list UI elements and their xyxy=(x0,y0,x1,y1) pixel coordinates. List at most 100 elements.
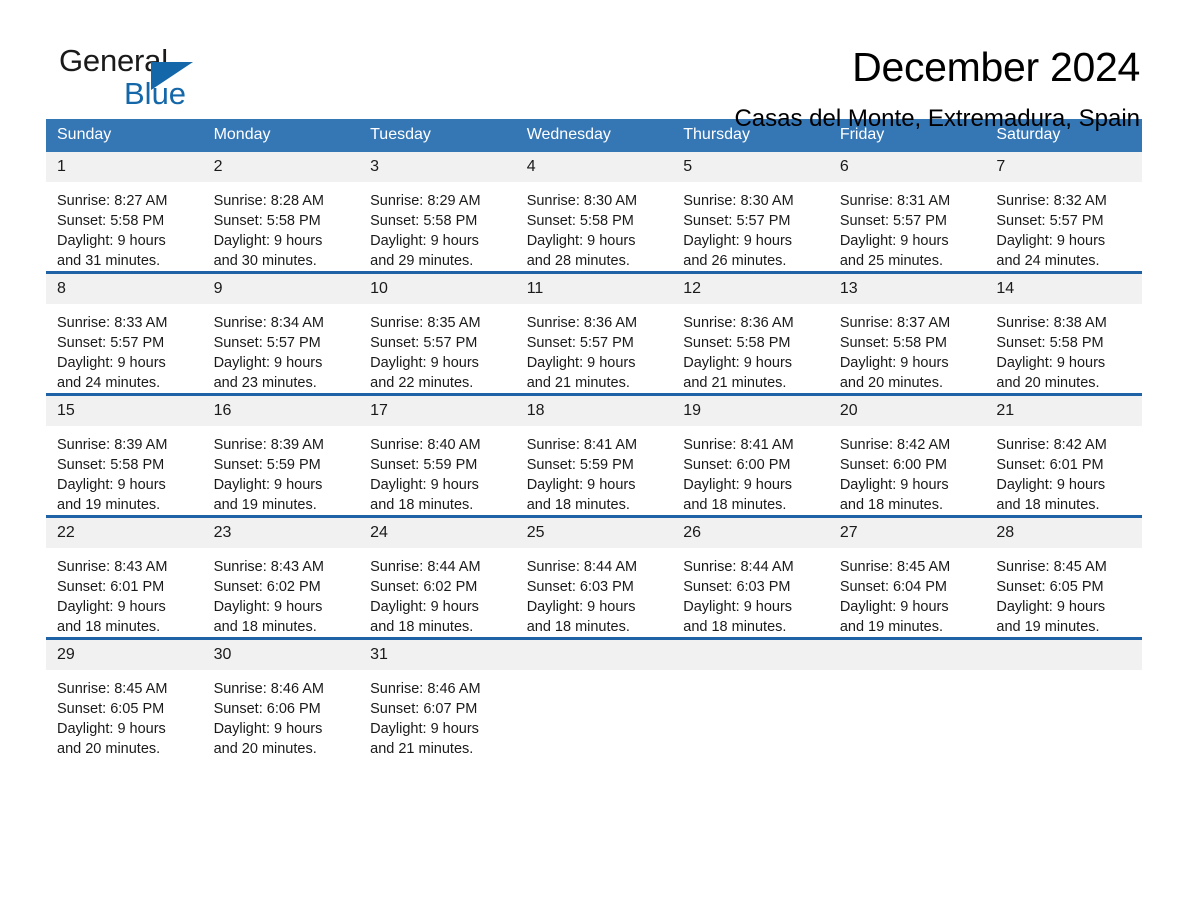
sunrise-text: Sunrise: 8:30 AM xyxy=(526,193,638,209)
day-details: Sunrise: 8:44 AM Sunset: 6:03 PM Daylight:… xyxy=(672,548,829,637)
day-cell[interactable]: 7 Sunrise: 8:32 AM Sunset: 5:57 PM Daylight… xyxy=(985,152,1142,273)
sunrise-text: Sunrise: 8:34 AM xyxy=(213,315,324,331)
calendar-week-row: 29 Sunrise: 8:45 AM Sunset: 6:05 PM Dayligh… xyxy=(46,637,1142,759)
day-details: Sunrise: 8:29 AM Sunset: 5:58 PM Daylight:… xyxy=(359,182,516,271)
daylight-text-line2: and 23 minutes. xyxy=(213,375,317,391)
daylight-text-line2: and 20 minutes. xyxy=(996,375,1100,391)
day-details: Sunrise: 8:30 AM Sunset: 5:58 PM Daylight:… xyxy=(516,182,673,271)
day-cell[interactable]: 21 Sunrise: 8:42 AM Sunset: 6:01 PM Dayligh… xyxy=(985,393,1142,517)
day-cell[interactable]: 4 Sunrise: 8:30 AM Sunset: 5:58 PM Daylight… xyxy=(515,152,673,273)
day-number: 16 xyxy=(202,396,360,426)
daylight-text-line2: and 30 minutes. xyxy=(213,253,317,269)
daylight-text-line2: and 24 minutes. xyxy=(996,253,1100,269)
sunset-text: Sunset: 6:05 PM xyxy=(57,701,165,717)
day-cell[interactable]: 26 Sunrise: 8:44 AM Sunset: 6:03 PM Dayligh… xyxy=(672,515,829,639)
day-cell[interactable]: 16 Sunrise: 8:39 AM Sunset: 5:59 PM Dayligh… xyxy=(202,393,360,517)
daylight-text-line2: and 25 minutes. xyxy=(839,253,943,269)
day-number: 8 xyxy=(46,274,203,304)
sunrise-text: Sunrise: 8:36 AM xyxy=(683,315,794,331)
day-cell[interactable]: 8 Sunrise: 8:33 AM Sunset: 5:57 PM Daylight… xyxy=(46,271,203,395)
sunset-text: Sunset: 5:57 PM xyxy=(996,213,1104,229)
daylight-text-line1: Daylight: 9 hours xyxy=(683,233,793,249)
day-cell[interactable]: 2 Sunrise: 8:28 AM Sunset: 5:58 PM Daylight… xyxy=(202,152,360,273)
sunset-text: Sunset: 6:01 PM xyxy=(996,457,1104,473)
sunrise-text: Sunrise: 8:41 AM xyxy=(526,437,638,453)
sunrise-text: Sunrise: 8:46 AM xyxy=(213,681,324,697)
daylight-text-line2: and 22 minutes. xyxy=(370,375,474,391)
day-details: Sunrise: 8:34 AM Sunset: 5:57 PM Daylight:… xyxy=(203,304,360,393)
calendar-grid: Sunday Monday Tuesday Wednesday Thursday… xyxy=(46,119,1142,759)
day-cell[interactable]: 28 Sunrise: 8:45 AM Sunset: 6:05 PM Dayligh… xyxy=(985,515,1142,639)
day-number: 15 xyxy=(46,396,203,426)
daylight-text-line2: and 19 minutes. xyxy=(57,497,161,513)
day-cell[interactable]: 6 Sunrise: 8:31 AM Sunset: 5:57 PM Daylight… xyxy=(828,152,986,273)
day-cell[interactable]: 20 Sunrise: 8:42 AM Sunset: 6:00 PM Dayligh… xyxy=(828,393,986,517)
daylight-text-line2: and 18 minutes. xyxy=(370,497,474,513)
day-cell[interactable]: 15 Sunrise: 8:39 AM Sunset: 5:58 PM Dayligh… xyxy=(46,393,203,517)
day-number: 6 xyxy=(828,152,986,182)
day-number: 5 xyxy=(672,152,829,182)
day-number: 18 xyxy=(515,396,673,426)
day-number: 3 xyxy=(359,152,516,182)
sunset-text: Sunset: 6:05 PM xyxy=(996,579,1104,595)
day-cell[interactable]: 31 Sunrise: 8:46 AM Sunset: 6:07 PM Dayligh… xyxy=(359,637,516,759)
daylight-text-line1: Daylight: 9 hours xyxy=(683,477,793,493)
daylight-text-line2: and 20 minutes. xyxy=(57,741,161,757)
daylight-text-line2: and 18 minutes. xyxy=(370,619,474,635)
day-cell[interactable]: 3 Sunrise: 8:29 AM Sunset: 5:58 PM Daylight… xyxy=(359,152,516,273)
day-cell[interactable]: 23 Sunrise: 8:43 AM Sunset: 6:02 PM Dayligh… xyxy=(202,515,360,639)
sunset-text: Sunset: 5:57 PM xyxy=(370,335,478,351)
sunrise-text: Sunrise: 8:36 AM xyxy=(526,315,638,331)
sunrise-text: Sunrise: 8:44 AM xyxy=(526,559,638,575)
day-cell[interactable]: 17 Sunrise: 8:40 AM Sunset: 5:59 PM Dayligh… xyxy=(359,393,516,517)
daylight-text-line1: Daylight: 9 hours xyxy=(370,599,479,615)
day-number: 4 xyxy=(515,152,673,182)
day-cell[interactable]: 5 Sunrise: 8:30 AM Sunset: 5:57 PM Daylight… xyxy=(672,152,829,273)
day-details: Sunrise: 8:44 AM Sunset: 6:02 PM Daylight:… xyxy=(359,548,516,637)
daylight-text-line1: Daylight: 9 hours xyxy=(996,599,1106,615)
sunrise-text: Sunrise: 8:33 AM xyxy=(57,315,168,331)
sunrise-text: Sunrise: 8:35 AM xyxy=(370,315,481,331)
day-cell[interactable]: 12 Sunrise: 8:36 AM Sunset: 5:58 PM Dayligh… xyxy=(672,271,829,395)
sunrise-text: Sunrise: 8:43 AM xyxy=(213,559,324,575)
daylight-text-line2: and 18 minutes. xyxy=(213,619,317,635)
day-cell[interactable]: 22 Sunrise: 8:43 AM Sunset: 6:01 PM Dayligh… xyxy=(46,515,203,639)
day-cell[interactable]: 9 Sunrise: 8:34 AM Sunset: 5:57 PM Daylight… xyxy=(202,271,360,395)
day-cell[interactable]: 24 Sunrise: 8:44 AM Sunset: 6:02 PM Dayligh… xyxy=(359,515,516,639)
daylight-text-line2: and 18 minutes. xyxy=(683,497,787,513)
day-cell[interactable]: 19 Sunrise: 8:41 AM Sunset: 6:00 PM Dayligh… xyxy=(672,393,829,517)
day-cell[interactable]: 1 Sunrise: 8:27 AM Sunset: 5:58 PM Daylight… xyxy=(46,152,203,273)
day-details: Sunrise: 8:32 AM Sunset: 5:57 PM Daylight:… xyxy=(985,182,1142,271)
day-cell[interactable]: 29 Sunrise: 8:45 AM Sunset: 6:05 PM Dayligh… xyxy=(46,637,203,759)
general-blue-logo: General Blue xyxy=(46,44,246,114)
day-cell[interactable]: 13 Sunrise: 8:37 AM Sunset: 5:58 PM Dayligh… xyxy=(828,271,986,395)
sunset-text: Sunset: 5:59 PM xyxy=(526,457,634,473)
day-number: 10 xyxy=(359,274,516,304)
day-cell[interactable]: 11 Sunrise: 8:36 AM Sunset: 5:57 PM Dayligh… xyxy=(515,271,673,395)
day-details: Sunrise: 8:28 AM Sunset: 5:58 PM Daylight:… xyxy=(203,182,360,271)
day-cell-empty xyxy=(672,637,829,759)
day-cell[interactable]: 25 Sunrise: 8:44 AM Sunset: 6:03 PM Dayligh… xyxy=(515,515,673,639)
day-number: 12 xyxy=(672,274,829,304)
daylight-text-line1: Daylight: 9 hours xyxy=(996,233,1106,249)
day-number: 14 xyxy=(985,274,1142,304)
sunrise-text: Sunrise: 8:42 AM xyxy=(839,437,951,453)
day-cell[interactable]: 30 Sunrise: 8:46 AM Sunset: 6:06 PM Dayligh… xyxy=(202,637,360,759)
daylight-text-line2: and 20 minutes. xyxy=(213,741,317,757)
sunset-text: Sunset: 5:58 PM xyxy=(526,213,634,229)
day-cell[interactable]: 14 Sunrise: 8:38 AM Sunset: 5:58 PM Dayligh… xyxy=(985,271,1142,395)
day-cell-empty xyxy=(828,637,986,759)
daylight-text-line1: Daylight: 9 hours xyxy=(526,355,636,371)
sunset-text: Sunset: 6:01 PM xyxy=(57,579,165,595)
sunset-text: Sunset: 5:57 PM xyxy=(683,213,791,229)
daylight-text-line1: Daylight: 9 hours xyxy=(57,477,166,493)
day-details: Sunrise: 8:41 AM Sunset: 6:00 PM Daylight:… xyxy=(672,426,829,515)
sunrise-text: Sunrise: 8:41 AM xyxy=(683,437,794,453)
daylight-text-line1: Daylight: 9 hours xyxy=(370,721,479,737)
day-cell[interactable]: 10 Sunrise: 8:35 AM Sunset: 5:57 PM Dayligh… xyxy=(359,271,516,395)
sunrise-text: Sunrise: 8:43 AM xyxy=(57,559,168,575)
day-cell[interactable]: 27 Sunrise: 8:45 AM Sunset: 6:04 PM Dayligh… xyxy=(828,515,986,639)
day-cell[interactable]: 18 Sunrise: 8:41 AM Sunset: 5:59 PM Dayligh… xyxy=(515,393,673,517)
daylight-text-line2: and 24 minutes. xyxy=(57,375,161,391)
sunset-text: Sunset: 5:57 PM xyxy=(839,213,948,229)
